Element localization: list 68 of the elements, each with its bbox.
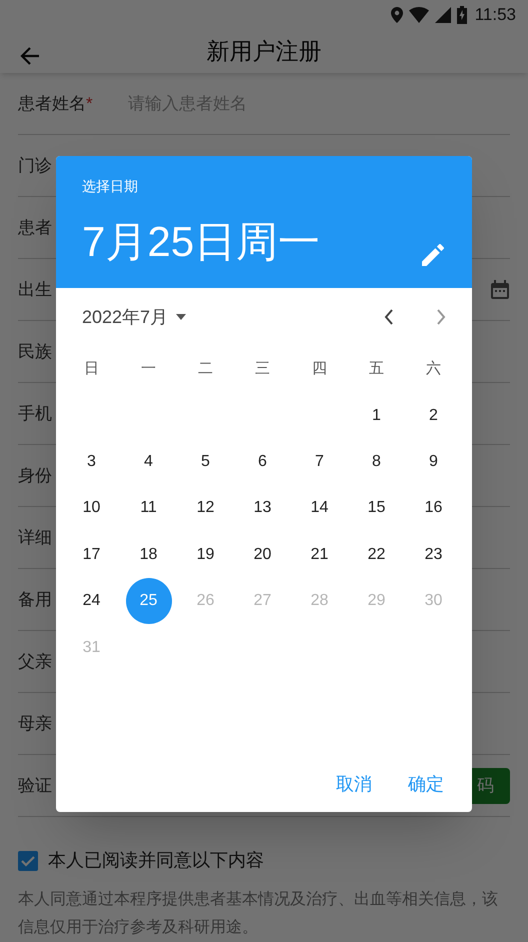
calendar-day: 29 — [354, 578, 400, 624]
field-label: 民族 — [18, 340, 52, 363]
next-month-icon[interactable] — [436, 309, 446, 325]
calendar-day[interactable]: 12 — [182, 485, 228, 532]
weekday-label: 日 — [84, 358, 99, 379]
weekday-label: 六 — [426, 358, 441, 379]
location-icon — [390, 6, 403, 23]
header-label: 选择日期 — [82, 177, 139, 196]
calendar-day[interactable]: 2 — [410, 392, 456, 439]
calendar-day: 27 — [240, 578, 286, 624]
edit-pencil-icon[interactable] — [422, 244, 444, 266]
field-label: 出生 — [18, 278, 52, 301]
field-label: 手机 — [18, 402, 52, 425]
field-label: 门诊 — [18, 154, 52, 177]
calendar-day[interactable]: 5 — [182, 438, 228, 485]
calendar-day: 28 — [296, 578, 342, 624]
calendar-day[interactable]: 22 — [354, 532, 400, 578]
weekday-label: 五 — [369, 358, 384, 379]
field-label: 患者姓名 — [18, 92, 86, 115]
battery-icon — [456, 6, 467, 24]
field-label: 身份 — [18, 464, 52, 487]
calendar-day[interactable]: 14 — [296, 485, 342, 532]
field-label: 父亲 — [18, 650, 52, 673]
required-asterisk: * — [86, 92, 93, 115]
calendar-day[interactable]: 23 — [410, 532, 456, 578]
calendar-day[interactable]: 7 — [296, 438, 342, 485]
back-arrow-icon[interactable] — [20, 46, 40, 66]
calendar-day[interactable]: 19 — [182, 532, 228, 578]
calendar-day[interactable]: 21 — [296, 532, 342, 578]
calendar-day[interactable]: 3 — [68, 438, 114, 485]
calendar-day[interactable]: 8 — [354, 438, 400, 485]
calendar-day[interactable]: 16 — [410, 485, 456, 532]
calendar-day[interactable]: 6 — [240, 438, 286, 485]
consent-label: 本人已阅读并同意以下内容 — [48, 849, 264, 872]
weekday-label: 三 — [255, 358, 270, 379]
field-label: 母亲 — [18, 712, 52, 735]
calendar-day[interactable]: 1 — [354, 392, 400, 439]
calendar-day[interactable]: 9 — [410, 438, 456, 485]
calendar-day: 31 — [68, 624, 114, 671]
calendar-icon[interactable] — [490, 280, 510, 300]
calendar-day[interactable]: 11 — [126, 485, 172, 532]
field-label: 详细 — [18, 526, 52, 549]
month-year-dropdown[interactable]: 2022年7月 — [82, 304, 186, 330]
consent-text: 本人同意通过本程序提供患者基本情况及治疗、出血等相关信息，该信息仅用于治疗参考及科研用途。 — [17, 890, 499, 938]
weekday-label: 二 — [198, 358, 213, 379]
calendar-day[interactable]: 13 — [240, 485, 286, 532]
calendar-day: 26 — [182, 578, 228, 624]
calendar-day[interactable]: 10 — [68, 485, 114, 532]
calendar-day: 30 — [410, 578, 456, 624]
consent-checkbox[interactable] — [18, 850, 38, 870]
calendar-day[interactable]: 4 — [126, 438, 172, 485]
calendar-day[interactable]: 24 — [68, 578, 114, 624]
calendar-day[interactable]: 20 — [240, 532, 286, 578]
calendar-day[interactable]: 15 — [354, 485, 400, 532]
status-time: 11:53 — [474, 4, 516, 26]
field-label: 验证 — [18, 774, 52, 797]
dropdown-caret-icon — [176, 314, 186, 320]
field-label: 患者 — [18, 216, 52, 239]
calendar-day[interactable]: 17 — [68, 532, 114, 578]
wifi-icon — [408, 6, 429, 23]
weekday-label: 一 — [141, 358, 156, 379]
calendar-day[interactable]: 18 — [126, 532, 172, 578]
selected-date: 7月25日周一 — [82, 217, 320, 267]
page-title: 新用户注册 — [206, 37, 322, 66]
field-label: 备用 — [18, 588, 52, 611]
signal-icon — [434, 6, 451, 23]
previous-month-icon[interactable] — [384, 309, 394, 325]
weekday-label: 四 — [312, 358, 327, 379]
